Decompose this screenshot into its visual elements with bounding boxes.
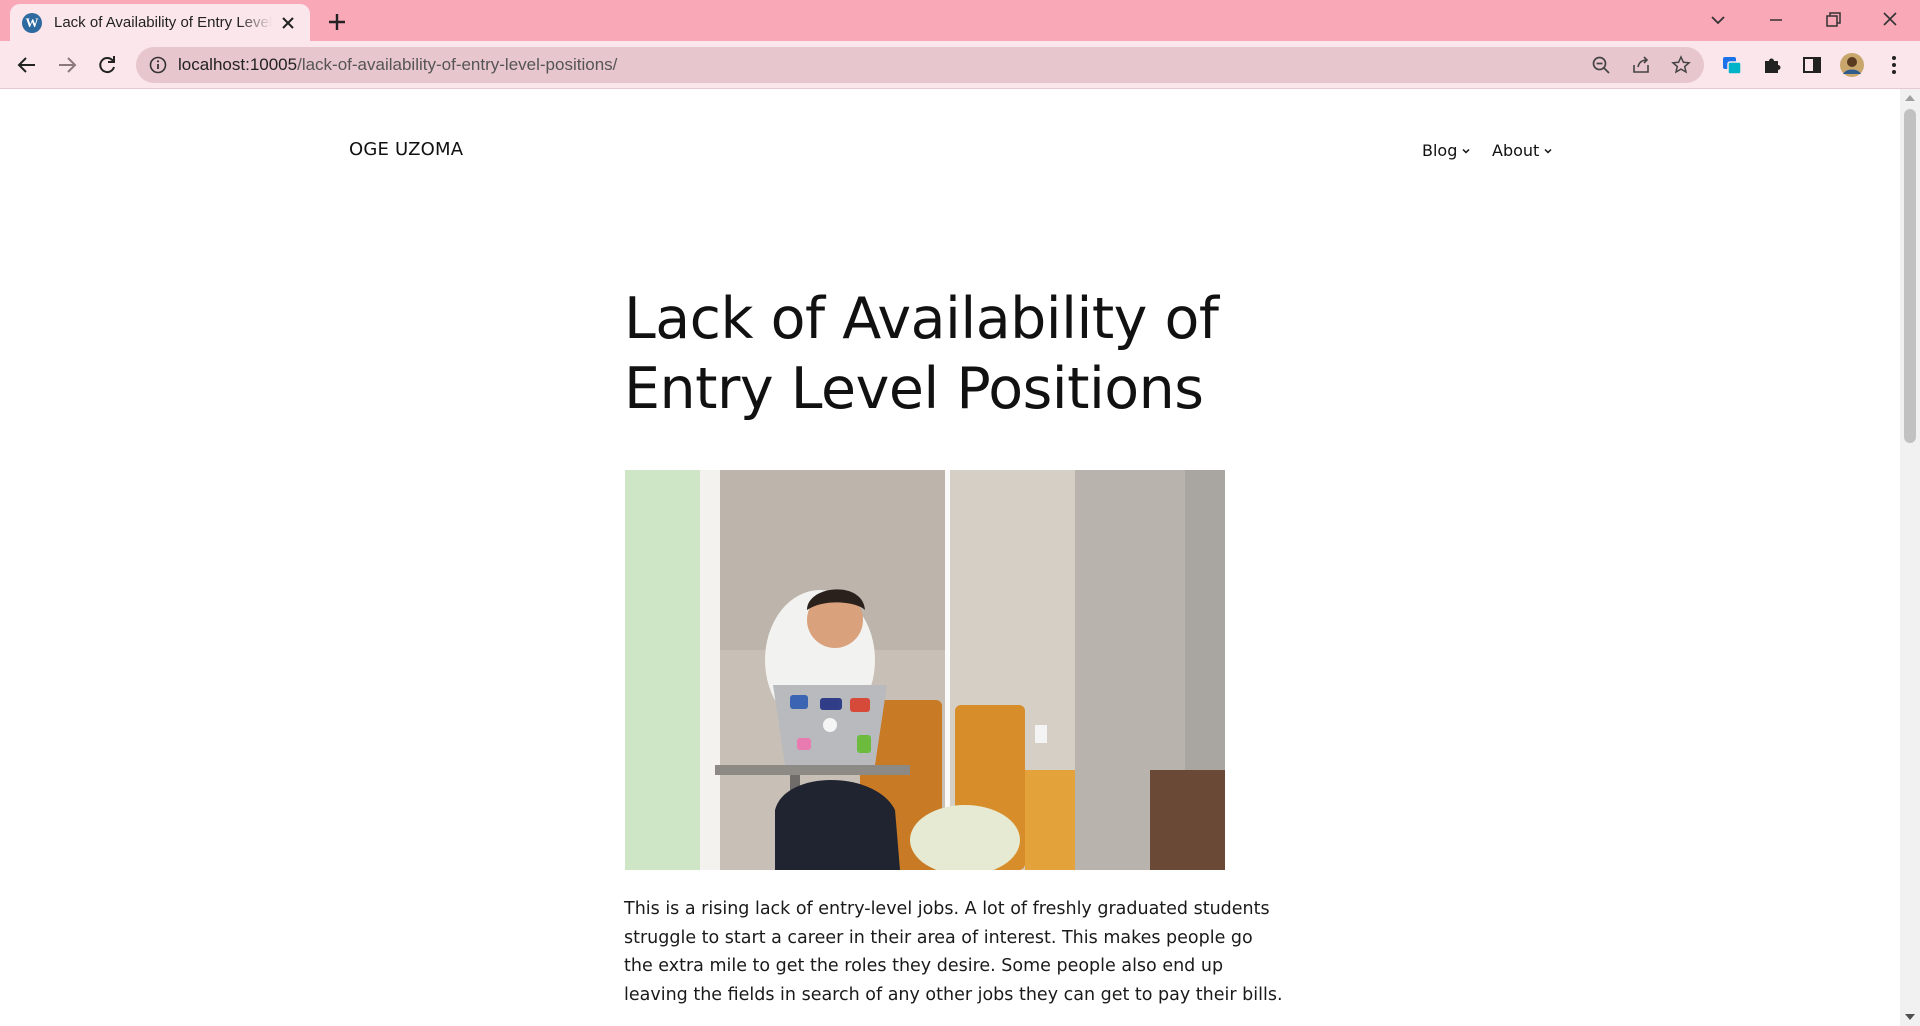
nav-item-blog[interactable]: Blog xyxy=(1422,141,1471,160)
page-scrollbar[interactable] xyxy=(1900,89,1920,1026)
chevron-down-icon xyxy=(1544,148,1552,154)
back-button[interactable] xyxy=(13,51,41,79)
back-icon xyxy=(17,57,35,73)
sidebar-icon xyxy=(1803,57,1821,73)
page-viewport: OGE UZOMA Blog About Lack of Availabilit… xyxy=(0,89,1900,1026)
tab-title: Lack of Availability of Entry Level Posi… xyxy=(54,14,272,31)
post-title-line-1: Lack of Availability of xyxy=(624,286,1219,352)
scroll-up-arrow[interactable] xyxy=(1905,95,1915,101)
profile-button[interactable] xyxy=(1838,51,1866,79)
chevron-down-icon xyxy=(1462,148,1470,154)
restore-icon[interactable] xyxy=(1819,8,1847,32)
close-window-icon[interactable] xyxy=(1876,8,1904,32)
reload-button[interactable] xyxy=(93,51,121,79)
forward-button[interactable] xyxy=(53,51,81,79)
post-title-line-2: Entry Level Positions xyxy=(624,356,1204,422)
nav-label-about: About xyxy=(1492,141,1540,160)
browser-menu-button[interactable] xyxy=(1880,51,1908,79)
url-text[interactable]: localhost:10005/lack-of-availability-of-… xyxy=(178,55,617,75)
more-icon xyxy=(1892,56,1896,74)
nav-item-about[interactable]: About xyxy=(1492,141,1553,160)
star-icon[interactable] xyxy=(1671,55,1691,75)
scrollbar-thumb[interactable] xyxy=(1904,109,1916,443)
address-bar[interactable]: localhost:10005/lack-of-availability-of-… xyxy=(136,47,1704,83)
tab-strip: W Lack of Availability of Entry Level Po… xyxy=(0,0,1920,41)
puzzle-icon xyxy=(1765,58,1781,73)
reload-icon xyxy=(99,56,115,74)
side-panel-button[interactable] xyxy=(1798,51,1826,79)
extensions-menu-button[interactable] xyxy=(1758,51,1786,79)
extension-icon xyxy=(1723,57,1742,75)
plus-icon[interactable] xyxy=(325,10,349,34)
url-host: localhost:10005 xyxy=(178,55,298,74)
post-title: Lack of Availability of Entry Level Posi… xyxy=(624,284,1324,424)
forward-icon xyxy=(59,57,77,73)
site-title[interactable]: OGE UZOMA xyxy=(349,139,463,160)
featured-image xyxy=(625,470,1225,870)
scroll-down-arrow[interactable] xyxy=(1905,1014,1915,1020)
browser-toolbar: localhost:10005/lack-of-availability-of-… xyxy=(0,41,1920,89)
close-icon[interactable] xyxy=(278,13,298,33)
profile-avatar xyxy=(1840,53,1864,77)
nav-label-blog: Blog xyxy=(1422,141,1458,160)
post-paragraph: This is a rising lack of entry-level job… xyxy=(624,899,1283,1005)
share-icon[interactable] xyxy=(1631,55,1651,75)
zoom-out-icon[interactable] xyxy=(1591,55,1611,75)
info-icon[interactable] xyxy=(148,55,168,75)
chevron-down-icon[interactable] xyxy=(1704,8,1732,32)
minimize-icon[interactable] xyxy=(1762,8,1790,32)
url-path: /lack-of-availability-of-entry-level-pos… xyxy=(297,55,618,74)
extension-button[interactable] xyxy=(1718,51,1746,79)
wordpress-icon: W xyxy=(22,12,42,33)
browser-tab[interactable]: W Lack of Availability of Entry Level Po… xyxy=(10,4,310,41)
